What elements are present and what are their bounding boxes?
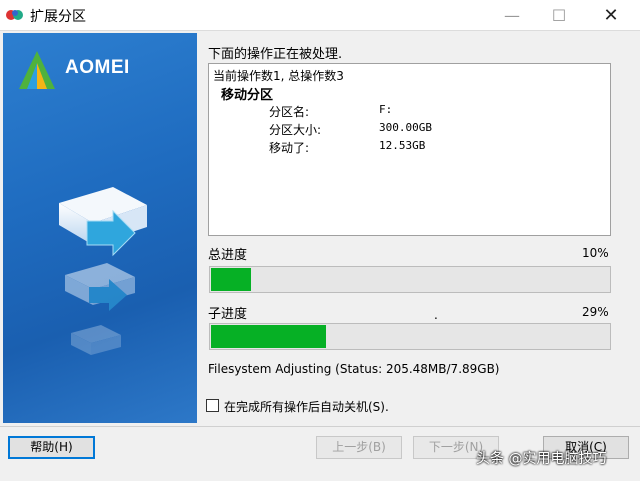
operation-status-label: 下面的操作正在被处理. (208, 47, 343, 62)
brand-name: AOMEI (65, 57, 130, 78)
previous-button[interactable]: 上一步(B) (316, 436, 402, 459)
help-button[interactable]: 帮助(H) (8, 436, 95, 459)
auto-shutdown-checkbox[interactable] (206, 399, 219, 412)
moved-amount-label: 移动了: (269, 141, 310, 155)
disk-move-illustration-icon (59, 187, 147, 355)
aomei-logo-icon (19, 51, 55, 89)
sub-progress-bar (209, 323, 611, 350)
partition-name-value: F: (379, 103, 393, 116)
overall-progress-bar (209, 266, 611, 293)
operation-title: 移动分区 (221, 88, 274, 103)
auto-shutdown-label[interactable]: 在完成所有操作后自动关机(S). (224, 398, 389, 415)
close-button[interactable]: ✕ (588, 0, 634, 31)
window-title: 扩展分区 (30, 9, 86, 25)
sub-progress-fill (211, 325, 326, 348)
filesystem-status-text: Filesystem Adjusting (Status: 205.48MB/7… (208, 362, 500, 376)
footer-separator (0, 426, 640, 427)
side-banner: AOMEI (3, 33, 197, 423)
operation-log: 当前操作数1, 总操作数3 移动分区 分区名: F: 分区大小: 300.00G… (208, 63, 611, 236)
sub-progress-percent: 29% (582, 305, 609, 319)
partition-size-value: 300.00GB (379, 121, 432, 134)
operation-count-text: 当前操作数1, 总操作数3 (213, 69, 344, 83)
title-bar: 扩展分区 — ☐ ✕ (0, 0, 640, 31)
maximize-button[interactable]: ☐ (536, 0, 582, 31)
watermark-text: 头条 @实用电脑技巧 (476, 451, 607, 467)
sub-progress-label: 子进度 (208, 307, 248, 322)
partition-size-label: 分区大小: (269, 123, 322, 137)
minimize-button[interactable]: — (489, 0, 535, 31)
moved-amount-value: 12.53GB (379, 139, 426, 152)
partition-name-label: 分区名: (269, 105, 310, 119)
overall-progress-label: 总进度 (208, 248, 248, 263)
overall-progress-percent: 10% (582, 246, 609, 260)
overall-progress-fill (211, 268, 251, 291)
sub-progress-dot: . (434, 308, 438, 322)
app-icon (6, 10, 23, 20)
